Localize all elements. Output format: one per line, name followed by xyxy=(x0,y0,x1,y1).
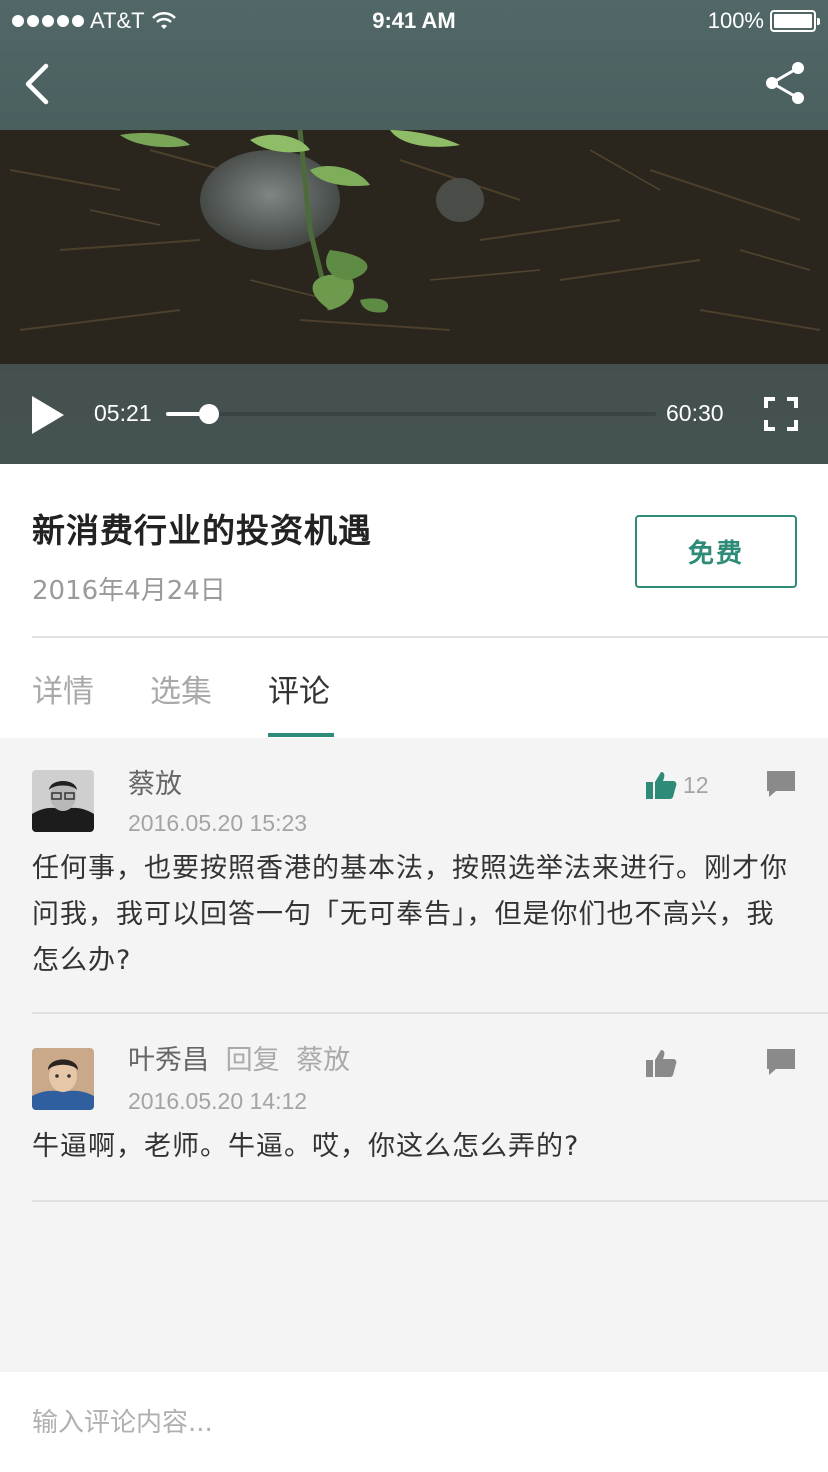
reply-button[interactable] xyxy=(766,770,796,798)
chat-bubble-icon xyxy=(767,1049,795,1075)
comment-input-bar xyxy=(0,1372,828,1472)
divider xyxy=(32,1200,828,1202)
chat-bubble-icon xyxy=(767,771,795,797)
free-button[interactable]: 免费 xyxy=(635,515,797,588)
tab-details[interactable]: 详情 xyxy=(32,666,94,711)
thumbs-up-icon xyxy=(646,1050,677,1077)
avatar[interactable] xyxy=(32,770,94,832)
comment-input[interactable] xyxy=(32,1398,792,1448)
comment-text: 牛逼啊，老师。牛逼。哎，你这么怎么弄的? xyxy=(32,1131,580,1162)
user-avatar-image xyxy=(32,770,94,832)
progress-knob[interactable] xyxy=(199,404,220,424)
clock: 9:41 AM xyxy=(372,8,456,33)
comment-item: 叶秀昌 回复 蔡放 2016.05.20 14:12 牛逼啊，老师。牛逼。哎，你… xyxy=(0,1014,828,1204)
reply-label: 回复 xyxy=(225,1045,280,1076)
player-controls: 05:21 60:30 xyxy=(0,364,828,464)
duration-time: 60:30 xyxy=(666,400,724,426)
video-frame-image xyxy=(0,130,828,364)
tab-comments[interactable]: 评论 xyxy=(268,666,330,711)
episode-info: 新消费行业的投资机遇 2016年4月24日 免费 xyxy=(0,464,828,638)
comment-author: 叶秀昌 回复 蔡放 xyxy=(128,1038,350,1077)
comment-list: 蔡放 2016.05.20 15:23 12 任何事，也要按照香港的基本法，按照… xyxy=(0,738,828,1372)
share-button[interactable] xyxy=(760,58,810,108)
progress-track[interactable] xyxy=(166,404,656,424)
battery-percent: 100% xyxy=(707,8,764,33)
comment-time: 2016.05.20 14:12 xyxy=(128,1088,308,1114)
avatar[interactable] xyxy=(32,1048,94,1110)
like-button[interactable]: 12 xyxy=(645,770,709,800)
tab-bar: 详情 选集 评论 xyxy=(0,638,828,738)
author-name[interactable]: 叶秀昌 xyxy=(128,1045,209,1076)
play-icon xyxy=(32,396,64,434)
status-bar: AT&T 9:41 AM 100% xyxy=(0,0,828,40)
comment-text: 任何事，也要按照香港的基本法，按照选举法来进行。刚才你问我，我可以回答一句「无可… xyxy=(32,853,788,976)
comment-time: 2016.05.20 15:23 xyxy=(128,810,308,836)
like-count: 12 xyxy=(683,771,709,798)
like-button[interactable] xyxy=(645,1048,683,1078)
thumbs-up-icon xyxy=(646,772,677,799)
video-player[interactable]: AT&T 9:41 AM 100% 05:21 60:30 xyxy=(0,0,828,464)
comment-author: 蔡放 xyxy=(128,762,182,801)
comment-item: 蔡放 2016.05.20 15:23 12 任何事，也要按照香港的基本法，按照… xyxy=(0,738,828,1014)
play-button[interactable] xyxy=(30,394,66,436)
share-icon xyxy=(766,62,804,104)
current-time: 05:21 xyxy=(94,400,152,426)
reply-button[interactable] xyxy=(766,1048,796,1076)
chevron-left-icon xyxy=(25,63,49,105)
fullscreen-button[interactable] xyxy=(764,397,798,431)
back-button[interactable] xyxy=(18,60,62,108)
episode-title: 新消费行业的投资机遇 xyxy=(32,511,372,550)
fullscreen-icon xyxy=(764,397,798,431)
active-tab-indicator xyxy=(268,733,334,737)
author-name[interactable]: 蔡放 xyxy=(128,769,182,800)
user-avatar-image xyxy=(32,1048,94,1110)
battery-icon xyxy=(770,10,820,32)
tab-episodes[interactable]: 选集 xyxy=(150,666,212,711)
reply-target-name[interactable]: 蔡放 xyxy=(296,1045,350,1076)
episode-date: 2016年4月24日 xyxy=(32,576,226,606)
